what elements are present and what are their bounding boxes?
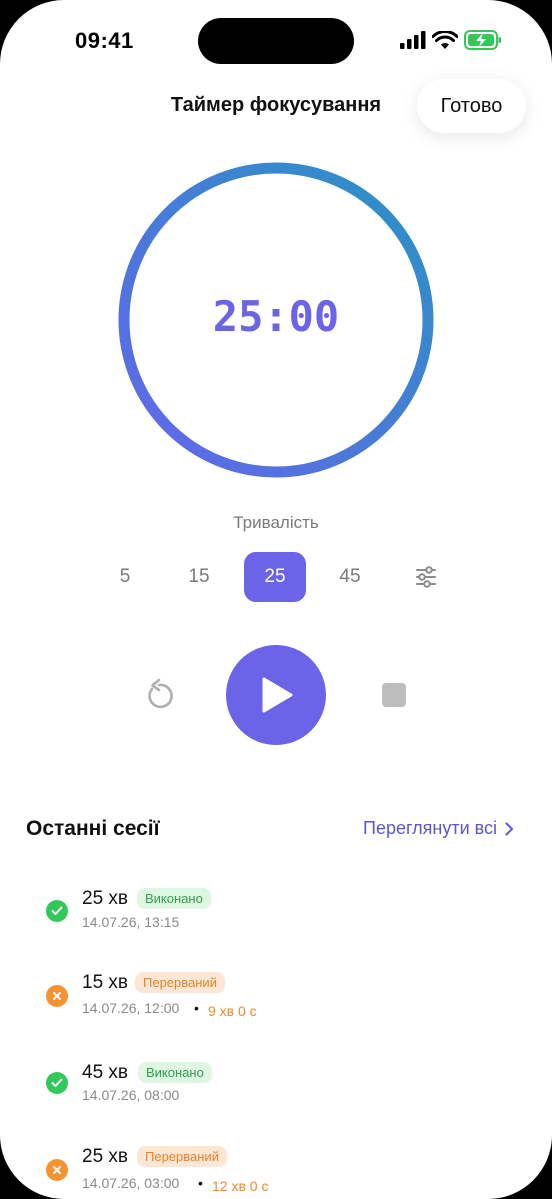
done-button[interactable]: Готово (417, 79, 526, 133)
session-duration: 15 хв (82, 972, 129, 993)
view-all-label: Переглянути всі (363, 818, 497, 838)
session-elapsed: 12 хв 0 с (212, 1178, 269, 1194)
battery-charging-icon (464, 30, 501, 50)
separator-dot: • (198, 1175, 203, 1191)
play-button[interactable] (226, 645, 326, 745)
wifi-icon (432, 30, 458, 49)
duration-option-5[interactable]: 5 (94, 552, 156, 602)
close-icon (46, 985, 68, 1007)
status-badge: Виконано (137, 888, 211, 909)
session-elapsed: 9 хв 0 с (208, 1003, 257, 1019)
status-badge: Перерваний (137, 1146, 227, 1167)
stop-button[interactable] (382, 683, 406, 707)
reset-icon[interactable] (140, 676, 178, 714)
chevron-right-icon (505, 822, 513, 835)
signal-icon (400, 31, 426, 49)
session-item[interactable]: 25 хв Виконано 14.07.26, 13:15 (0, 880, 552, 950)
session-date: 14.07.26, 08:00 (82, 1087, 180, 1103)
separator-dot: • (194, 1000, 199, 1016)
session-item[interactable]: 45 хв Виконано 14.07.26, 08:00 (0, 1053, 552, 1123)
dynamic-island (198, 18, 354, 64)
status-icons (400, 30, 502, 50)
session-date: 14.07.26, 13:15 (82, 914, 180, 930)
close-icon (46, 1159, 68, 1181)
check-icon (46, 900, 68, 922)
session-item[interactable]: 25 хв Перерваний 14.07.26, 03:00 • 12 хв… (0, 1137, 552, 1199)
custom-duration-icon[interactable] (412, 565, 440, 589)
play-icon (262, 677, 293, 713)
session-duration: 45 хв (82, 1062, 129, 1083)
duration-option-15[interactable]: 15 (168, 552, 230, 602)
view-all-link[interactable]: Переглянути всі (363, 818, 514, 839)
duration-option-25[interactable]: 25 (244, 552, 306, 602)
session-date: 14.07.26, 12:00 (82, 1000, 180, 1016)
status-badge: Перерваний (135, 972, 225, 993)
duration-label: Тривалість (233, 513, 319, 532)
session-duration: 25 хв (82, 1146, 129, 1167)
sessions-title: Останні сесії (26, 817, 160, 840)
session-date: 14.07.26, 03:00 (82, 1175, 180, 1191)
check-icon (46, 1072, 68, 1094)
status-time: 09:41 (75, 28, 134, 53)
status-badge: Виконано (138, 1062, 212, 1083)
session-item[interactable]: 15 хв Перерваний 14.07.26, 12:00 • 9 хв … (0, 963, 552, 1033)
duration-option-45[interactable]: 45 (319, 552, 381, 602)
phone-screen: 09:41 Таймер фокусування Готово 25:00 Тр… (0, 0, 552, 1199)
session-duration: 25 хв (82, 888, 129, 909)
timer-display: 25:00 (212, 292, 340, 341)
